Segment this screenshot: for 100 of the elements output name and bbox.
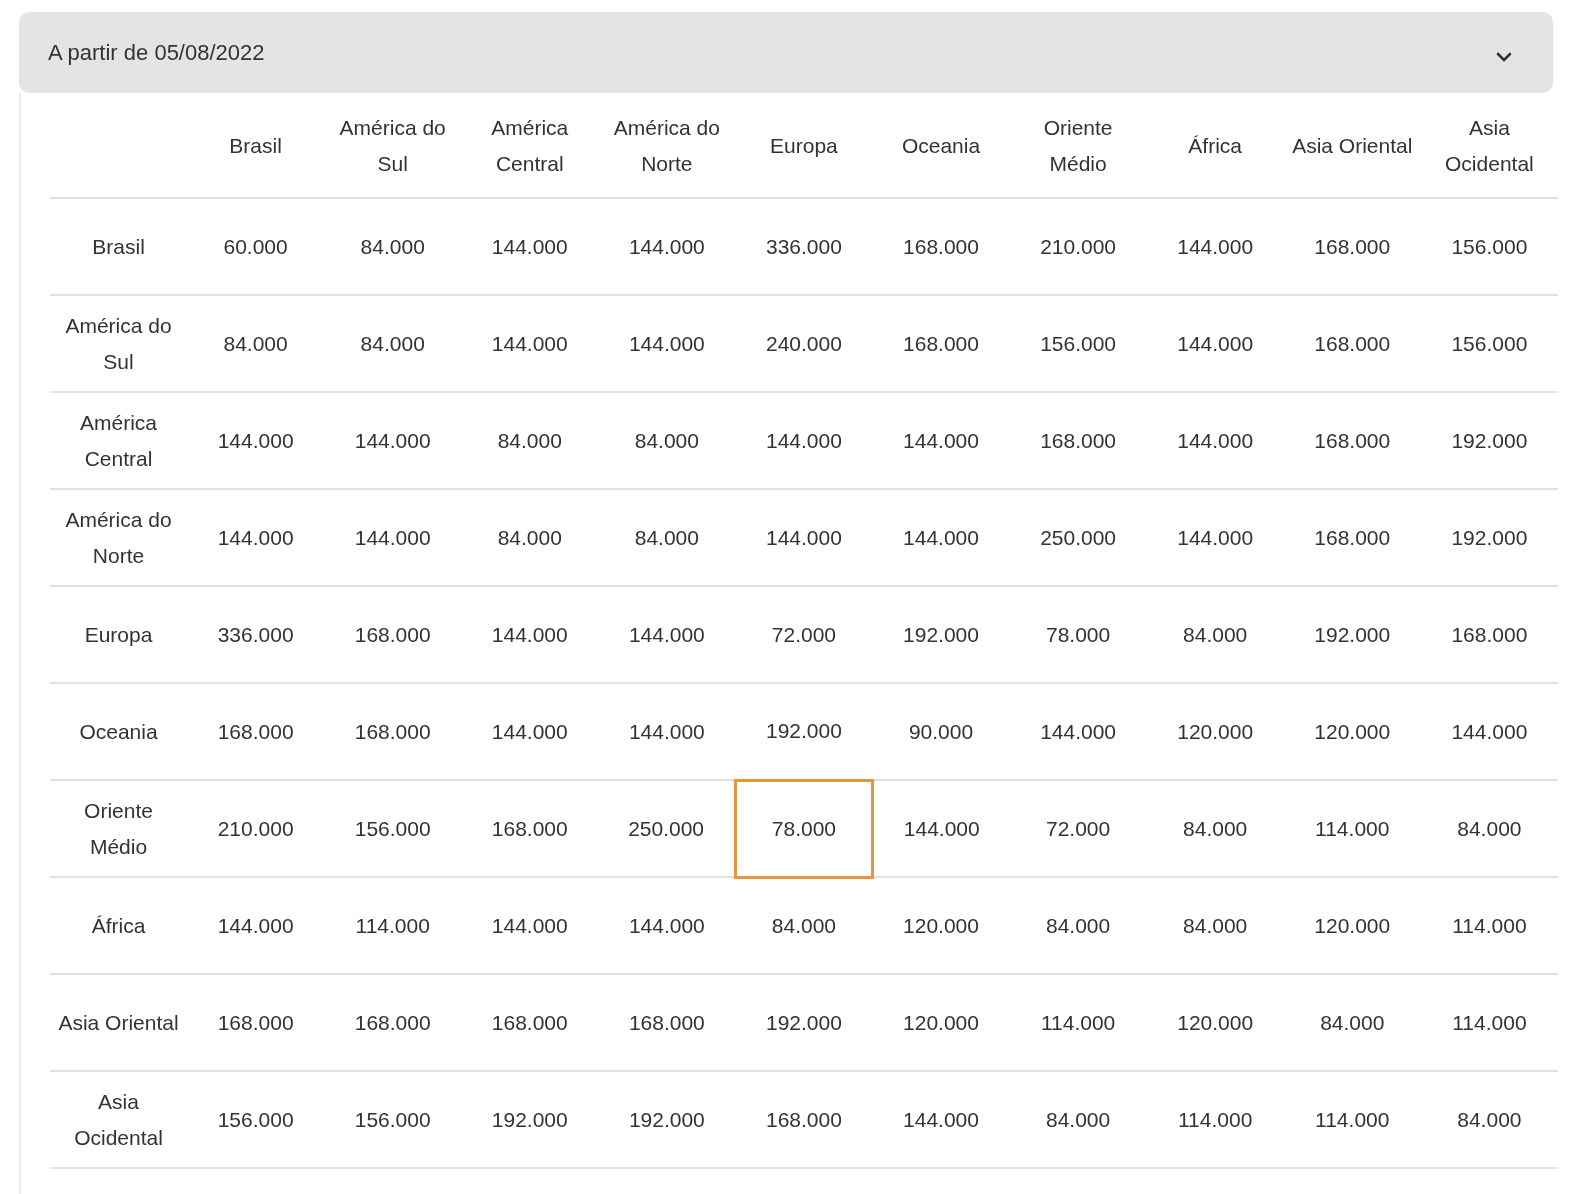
table-cell: 84.000 (598, 489, 736, 586)
row-header: Brasil (92, 234, 145, 258)
table-cell: 156.000 (1420, 295, 1558, 392)
table-cell: 84.000 (1009, 877, 1147, 974)
table-cell: 120.000 (1146, 974, 1284, 1071)
column-header: Asia Oriental (1292, 134, 1413, 157)
table-cell: 240.000 (735, 295, 873, 392)
table-cell: 78.000 (1009, 586, 1147, 683)
table-cell: 120.000 (872, 877, 1010, 974)
table-cell: 192.000 (1420, 489, 1558, 586)
table-cell: 144.000 (598, 683, 736, 780)
table-cell: 210.000 (1009, 198, 1147, 295)
table-cell: 144.000 (187, 877, 325, 974)
table-cell: 144.000 (461, 586, 599, 683)
table-cell: 144.000 (598, 586, 736, 683)
table-cell: 156.000 (324, 1071, 462, 1168)
table-cell: 72.000 (735, 586, 873, 683)
table-cell: 156.000 (324, 780, 462, 877)
table-cell: 168.000 (187, 683, 325, 780)
table-cell: 144.000 (187, 489, 325, 586)
table-cell: 84.000 (1146, 586, 1284, 683)
table-cell: 168.000 (1283, 198, 1421, 295)
table-cell: 168.000 (324, 683, 462, 780)
table-cell: 84.000 (461, 489, 599, 586)
table-cell: 78.000 (735, 780, 873, 877)
table-cell: 114.000 (1146, 1071, 1284, 1168)
table-cell: 168.000 (461, 974, 599, 1071)
table-cell: 168.000 (324, 586, 462, 683)
table-cell: 156.000 (1420, 198, 1558, 295)
table-cell: 168.000 (461, 780, 599, 877)
table-cell: 192.000 (461, 1071, 599, 1168)
table-cell: 336.000 (735, 198, 873, 295)
table-cell: 168.000 (1283, 295, 1421, 392)
table-cell: 72.000 (1009, 780, 1147, 877)
row-header: África (91, 913, 146, 937)
column-header: América do Sul (339, 116, 446, 175)
table-cell: 168.000 (598, 974, 736, 1071)
table-cell: 192.000 (1283, 586, 1421, 683)
table-cell: 84.000 (324, 198, 462, 295)
table-cell: 84.000 (1146, 780, 1284, 877)
column-header: Asia Ocidental (1445, 116, 1534, 175)
row-header: Oriente Médio (84, 798, 153, 858)
table-cell: 84.000 (1283, 974, 1421, 1071)
table-cell: 114.000 (1009, 974, 1147, 1071)
table-cell: 144.000 (598, 198, 736, 295)
table-cell: 120.000 (1146, 683, 1284, 780)
column-header: Brasil (229, 134, 282, 157)
table-cell: 144.000 (598, 295, 736, 392)
table-cell: 84.000 (598, 392, 736, 489)
table-cell: 144.000 (1420, 683, 1558, 780)
row-header: Asia Ocidental (74, 1089, 163, 1149)
table-cell: 192.000 (735, 974, 873, 1071)
column-header: África (1188, 134, 1242, 157)
table-cell: 250.000 (598, 780, 736, 877)
table-cell: 192.000 (598, 1071, 736, 1168)
table-cell: 168.000 (1009, 392, 1147, 489)
accordion-title: A partir de 05/08/2022 (48, 39, 265, 66)
row-header: América do Sul (65, 313, 172, 373)
table-cell: 192.000 (735, 683, 873, 780)
table-cell: 168.000 (1283, 392, 1421, 489)
table-cell: 168.000 (324, 974, 462, 1071)
table-cell: 144.000 (187, 392, 325, 489)
table-cell: 144.000 (461, 198, 599, 295)
table-cell: 192.000 (1420, 392, 1558, 489)
table-cell: 144.000 (461, 877, 599, 974)
accordion-header[interactable]: A partir de 05/08/2022 (19, 12, 1553, 93)
column-header: América do Norte (613, 116, 720, 175)
table-cell: 144.000 (598, 877, 736, 974)
row-header: América do Norte (65, 507, 172, 567)
table-cell: 144.000 (872, 780, 1010, 877)
table-cell: 336.000 (187, 586, 325, 683)
table-cell: 144.000 (735, 489, 873, 586)
table-cell: 168.000 (1420, 586, 1558, 683)
table-cell: 144.000 (324, 489, 462, 586)
row-header: Europa (84, 622, 153, 646)
table-cell: 114.000 (324, 877, 462, 974)
table-cell: 192.000 (872, 586, 1010, 683)
column-header: Oceania (901, 134, 981, 157)
table-cell: 84.000 (735, 877, 873, 974)
table-cell: 144.000 (872, 392, 1010, 489)
table-cell: 168.000 (187, 974, 325, 1071)
table-cell: 168.000 (735, 1071, 873, 1168)
table-cell: 144.000 (1146, 489, 1284, 586)
chevron-down-icon (1495, 50, 1513, 63)
table-cell: 84.000 (1146, 877, 1284, 974)
table-cell: 114.000 (1420, 877, 1558, 974)
column-header: Oriente Médio (1043, 116, 1113, 175)
table-cell: 144.000 (872, 489, 1010, 586)
column-header: América Central (491, 116, 569, 175)
table-cell: 114.000 (1283, 1071, 1421, 1168)
table-cell: 144.000 (1146, 392, 1284, 489)
table-cell: 144.000 (1009, 683, 1147, 780)
table-cell: 168.000 (872, 198, 1010, 295)
table-cell: 90.000 (872, 683, 1010, 780)
table-cell: 144.000 (1146, 198, 1284, 295)
table-cell: 144.000 (324, 392, 462, 489)
table-cell: 156.000 (187, 1071, 325, 1168)
table-cell: 84.000 (1420, 1071, 1558, 1168)
table-cell: 156.000 (1009, 295, 1147, 392)
table-cell: 120.000 (872, 974, 1010, 1071)
